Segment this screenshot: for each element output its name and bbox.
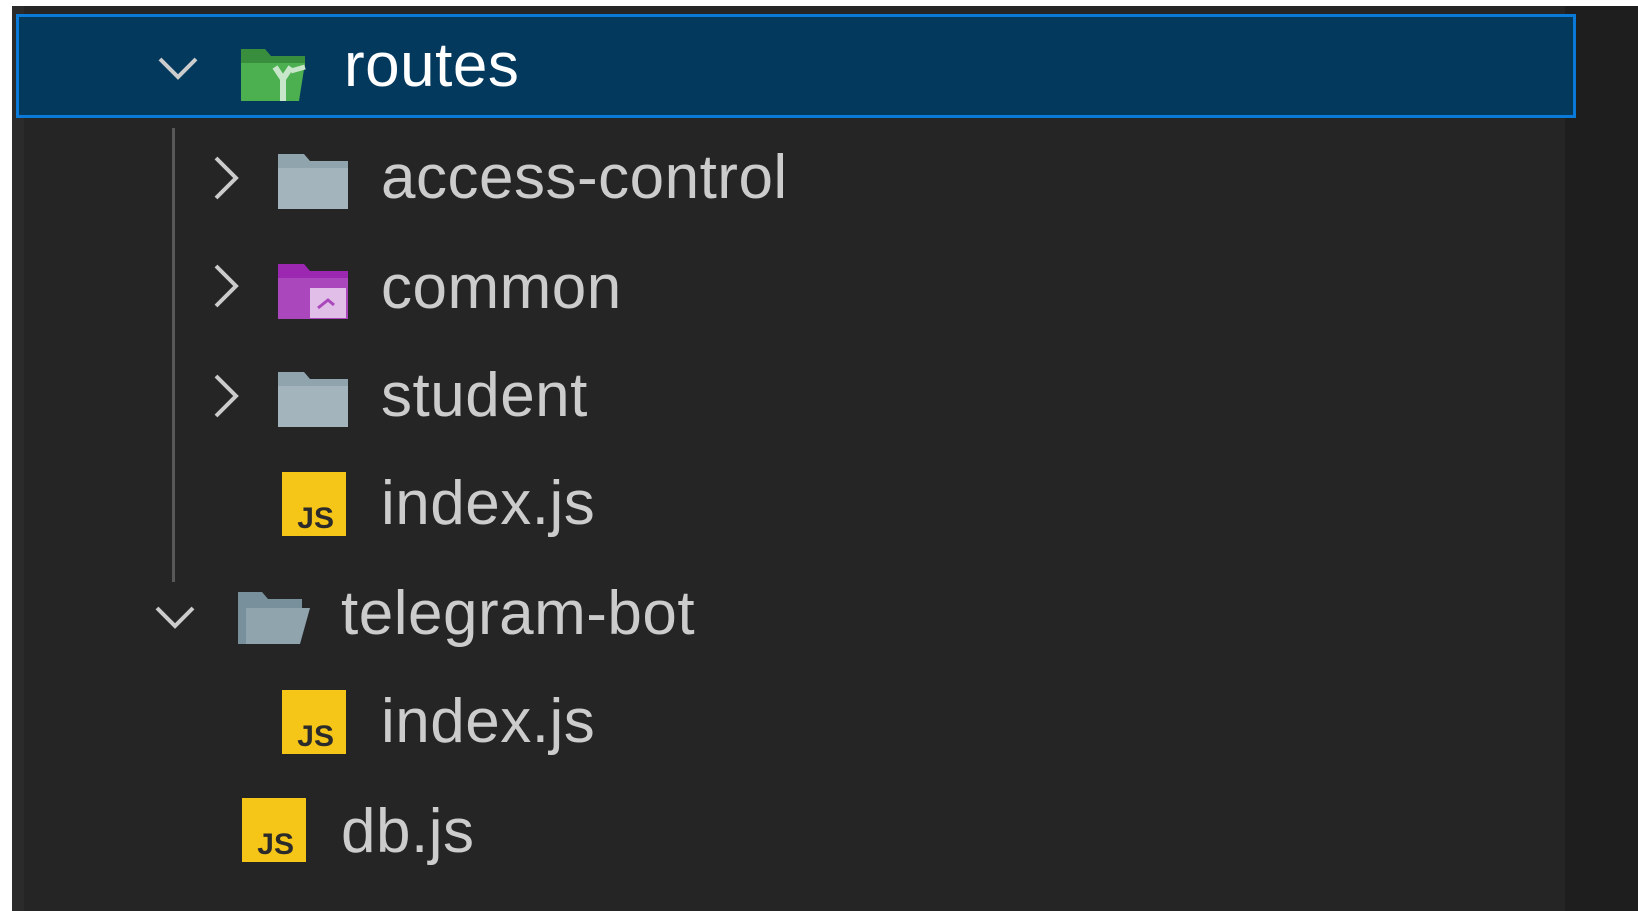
js-badge-text: JS xyxy=(257,828,294,861)
chevron-down-icon[interactable] xyxy=(154,43,202,91)
tree-item-common[interactable]: common xyxy=(16,236,1576,340)
folder-open-icon xyxy=(236,584,312,648)
shared-folder-icon xyxy=(276,258,352,322)
js-badge-text: JS xyxy=(297,720,334,753)
tree-item-routes[interactable]: routes xyxy=(16,14,1576,118)
tree-item-telegram-bot[interactable]: telegram-bot xyxy=(16,562,1576,666)
tree-item-label: db.js xyxy=(341,797,475,866)
tree-item-index-js[interactable]: JS index.js xyxy=(16,452,1576,556)
javascript-file-icon: JS xyxy=(282,472,346,536)
routes-folder-open-icon xyxy=(239,41,315,105)
javascript-file-icon: JS xyxy=(242,798,306,862)
tree-item-label: student xyxy=(381,361,588,430)
folder-icon xyxy=(276,366,352,430)
tree-item-label: common xyxy=(381,253,622,322)
tree-item-db-js[interactable]: JS db.js xyxy=(16,780,1576,884)
chevron-right-icon[interactable] xyxy=(200,372,248,420)
chevron-right-icon[interactable] xyxy=(200,262,248,310)
tree-item-label: access-control xyxy=(381,143,788,212)
screenshot-frame: routes access-control common student JS … xyxy=(0,0,1638,911)
tree-item-label: index.js xyxy=(381,469,596,538)
chevron-down-icon[interactable] xyxy=(151,592,199,640)
tree-item-index-js[interactable]: JS index.js xyxy=(16,670,1576,774)
tree-item-access-control[interactable]: access-control xyxy=(16,126,1576,230)
chevron-right-icon[interactable] xyxy=(200,154,248,202)
tree-item-label: index.js xyxy=(381,687,596,756)
tree-item-student[interactable]: student xyxy=(16,344,1576,448)
javascript-file-icon: JS xyxy=(282,690,346,754)
tree-item-label: telegram-bot xyxy=(341,579,696,648)
js-badge-text: JS xyxy=(297,502,334,535)
folder-icon xyxy=(276,148,352,212)
tree-item-label: routes xyxy=(344,31,520,100)
